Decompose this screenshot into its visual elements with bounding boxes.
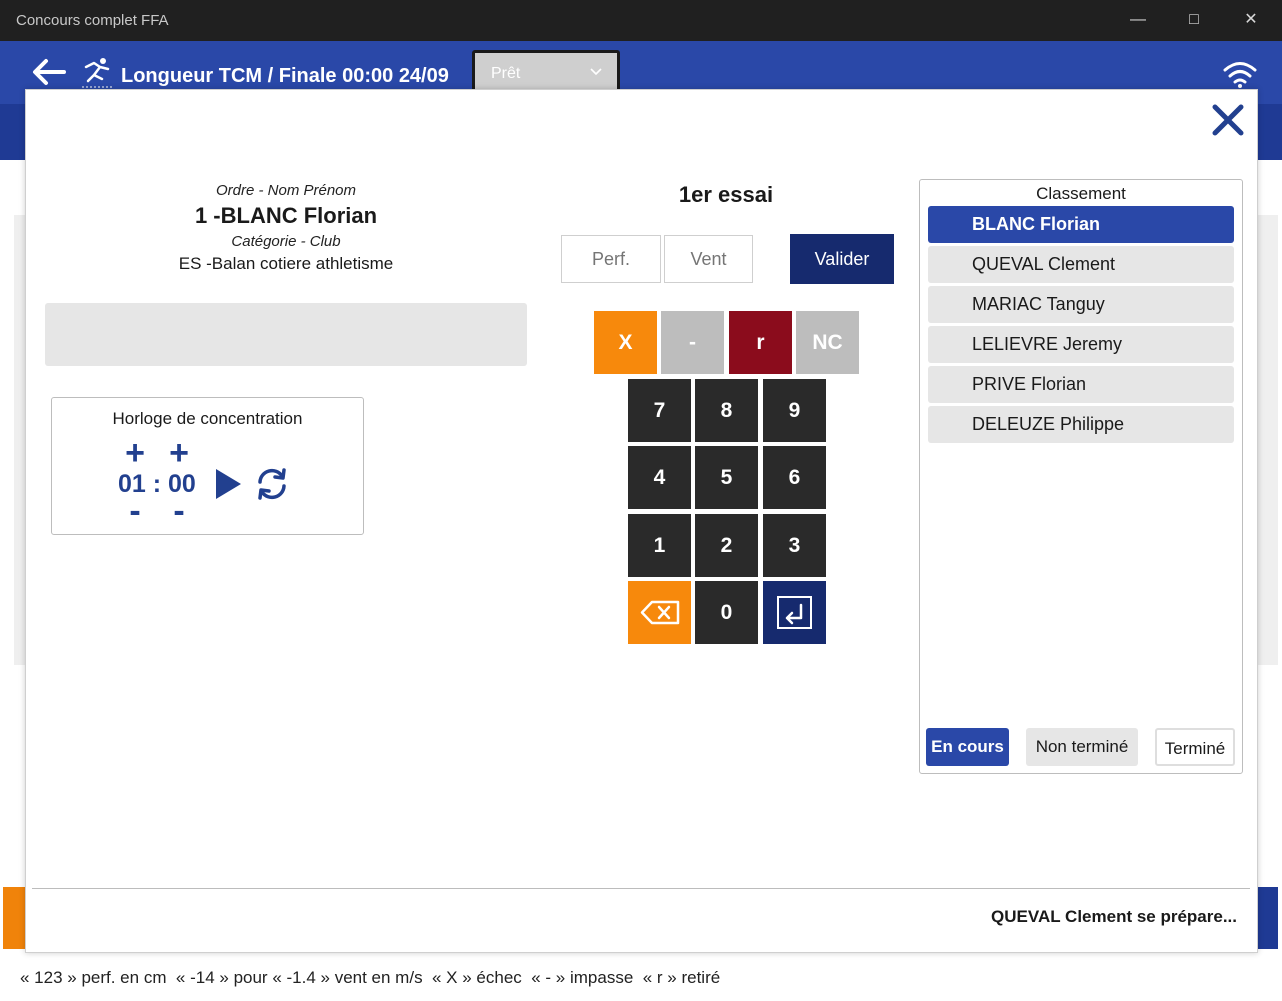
background-blue-button <box>1256 887 1278 949</box>
long-jump-icon <box>82 58 112 88</box>
close-icon[interactable] <box>1210 102 1246 138</box>
key-retired[interactable]: r <box>729 311 792 374</box>
key-5[interactable]: 5 <box>695 446 758 509</box>
ranking-item[interactable]: BLANC Florian <box>928 206 1234 243</box>
minutes-plus-button[interactable]: + <box>121 436 149 470</box>
athlete-club: ES -Balan cotiere athletisme <box>178 254 394 273</box>
attempt-modal: Ordre - Nom Prénom 1 -BLANC Florian Caté… <box>25 89 1258 953</box>
window-title: Concours complet FFA <box>16 12 169 29</box>
help-text: « 123 » perf. en cm « -14 » pour « -1.4 … <box>20 968 721 987</box>
ranking-item[interactable]: DELEUZE Philippe <box>928 406 1234 443</box>
chevron-down-icon <box>590 68 602 76</box>
wind-input[interactable] <box>664 235 753 283</box>
wifi-icon <box>1223 62 1257 88</box>
attempts-panel <box>45 303 527 366</box>
status-select-value: Prêt <box>491 65 521 82</box>
ranking-item[interactable]: PRIVE Florian <box>928 366 1234 403</box>
event-title: Longueur TCM / Finale 00:00 24/09 <box>121 65 449 87</box>
background-list-right <box>1258 215 1278 665</box>
maximize-icon[interactable]: □ <box>1180 8 1208 32</box>
key-6[interactable]: 6 <box>763 446 826 509</box>
seconds-plus-button[interactable]: + <box>165 436 193 470</box>
enter-icon <box>777 596 812 629</box>
ranking-item[interactable]: LELIEVRE Jeremy <box>928 326 1234 363</box>
backspace-icon <box>640 600 680 625</box>
tab-termine[interactable]: Terminé <box>1155 728 1235 766</box>
key-2[interactable]: 2 <box>695 514 758 577</box>
close-window-icon[interactable]: ✕ <box>1237 8 1265 32</box>
key-4[interactable]: 4 <box>628 446 691 509</box>
tab-non-termine[interactable]: Non terminé <box>1026 728 1138 766</box>
enter-key[interactable] <box>763 581 826 644</box>
key-8[interactable]: 8 <box>695 379 758 442</box>
key-pass[interactable]: - <box>661 311 724 374</box>
clock-title: Horloge de concentration <box>112 409 303 428</box>
arrow-left-icon[interactable] <box>30 57 66 87</box>
order-name-label: Ordre - Nom Prénom <box>215 182 357 199</box>
ranking-item[interactable]: MARIAC Tanguy <box>928 286 1234 323</box>
divider <box>32 888 1250 889</box>
concentration-clock: Horloge de concentration + + 01 : 00 - - <box>51 397 364 535</box>
background-orange-button <box>3 887 27 949</box>
key-1[interactable]: 1 <box>628 514 691 577</box>
key-0[interactable]: 0 <box>695 581 758 644</box>
ranking-panel: Classement BLANC Florian QUEVAL Clement … <box>919 179 1243 774</box>
perf-input[interactable] <box>561 235 661 283</box>
key-9[interactable]: 9 <box>763 379 826 442</box>
refresh-icon[interactable] <box>255 467 289 501</box>
ranking-item[interactable]: QUEVAL Clement <box>928 246 1234 283</box>
key-fail[interactable]: X <box>594 311 657 374</box>
validate-button[interactable]: Valider <box>790 234 894 284</box>
athlete-info: Ordre - Nom Prénom 1 -BLANC Florian Caté… <box>46 182 526 274</box>
status-message: QUEVAL Clement se prépare... <box>991 907 1237 926</box>
backspace-key[interactable] <box>628 581 691 644</box>
seconds-minus-button[interactable]: - <box>165 494 193 528</box>
window-titlebar: Concours complet FFA — □ ✕ <box>0 0 1282 41</box>
key-7[interactable]: 7 <box>628 379 691 442</box>
attempt-title: 1er essai <box>678 182 774 207</box>
tab-en-cours[interactable]: En cours <box>926 728 1009 766</box>
play-icon[interactable] <box>214 468 242 500</box>
minimize-icon[interactable]: — <box>1124 8 1152 32</box>
key-3[interactable]: 3 <box>763 514 826 577</box>
ranking-title: Classement <box>1036 184 1126 203</box>
athlete-name: 1 -BLANC Florian <box>194 203 378 228</box>
minutes-minus-button[interactable]: - <box>121 494 149 528</box>
category-club-label: Catégorie - Club <box>231 233 341 250</box>
key-nc[interactable]: NC <box>796 311 859 374</box>
